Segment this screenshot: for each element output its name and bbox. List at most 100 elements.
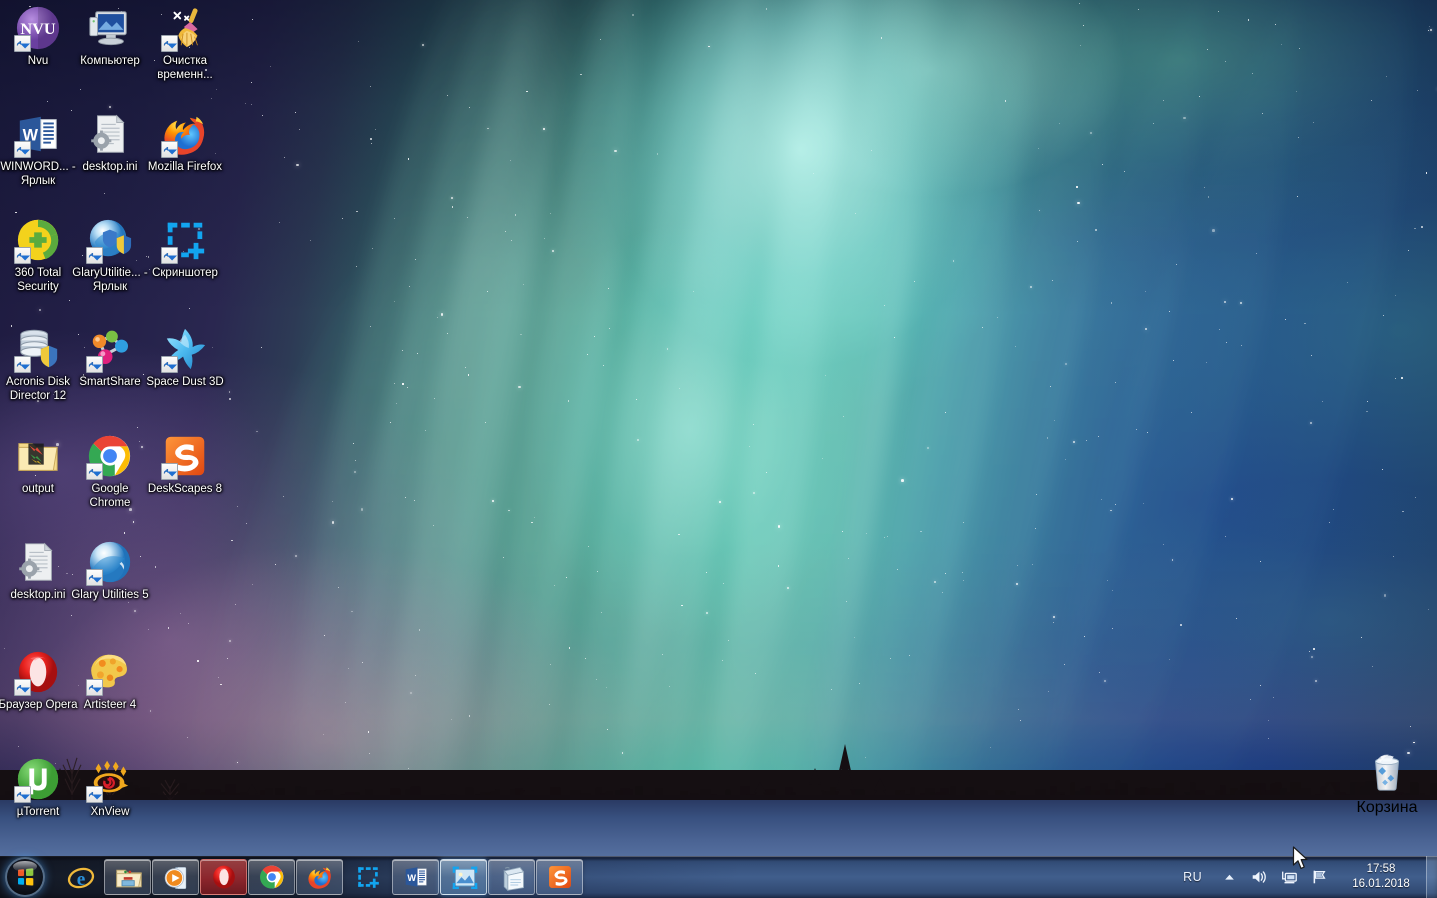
shortcut-arrow-icon (86, 569, 103, 586)
glary-utilities-shield-icon (86, 216, 134, 264)
desktop-icon-computer[interactable]: Компьютер (72, 4, 148, 69)
shortcut-arrow-icon (161, 35, 178, 52)
desktop-icon-label: Очистка временн... (157, 55, 213, 81)
desktop-icon-label: Artisteer 4 (83, 699, 137, 711)
clock-date: 16.01.2018 (1352, 878, 1410, 890)
desktop-icon-ini-file[interactable]: desktop.ini (0, 538, 76, 603)
desktop-icon-glary-utilities[interactable]: Glary Utilities 5 (71, 538, 149, 603)
desktop-icon-xnview[interactable]: XnView (72, 755, 148, 820)
speaker-icon[interactable] (1248, 866, 1270, 888)
taskbar-deskscapes[interactable] (536, 859, 583, 895)
shortcut-arrow-icon (14, 786, 31, 803)
clock[interactable]: 17:58 16.01.2018 (1340, 862, 1422, 892)
screenshot-crop-icon (355, 864, 381, 890)
desktop-icon-label: output (22, 483, 54, 495)
windows-logo-icon (7, 859, 43, 895)
opera-icon (211, 864, 237, 890)
taskbar-notepad[interactable] (488, 859, 535, 895)
shortcut-arrow-icon (161, 356, 178, 373)
system-tray: RU 17:58 16.01.2018 (1183, 856, 1437, 898)
desktop-icon-label: GlaryUtilitie... - Ярлык (72, 267, 148, 293)
desktop-icon-security-360[interactable]: 360 Total Security (0, 216, 76, 294)
show-hidden-icons-arrow[interactable] (1218, 866, 1240, 888)
taskbar-firefox[interactable] (296, 859, 343, 895)
desktop-icon-utorrent[interactable]: µTorrent (0, 755, 76, 820)
image-viewer-icon (451, 864, 477, 890)
desktop-icon-broom-cleanup[interactable]: Очистка временн... (147, 4, 223, 82)
artisteer-palette-icon (86, 648, 134, 696)
word-icon: W (14, 110, 62, 158)
desktop-icon-artisteer-palette[interactable]: Artisteer 4 (72, 648, 148, 713)
show-desktop-button[interactable] (1426, 856, 1437, 898)
desktop-icon-firefox[interactable]: Mozilla Firefox (147, 110, 223, 175)
shortcut-arrow-icon (14, 356, 31, 373)
desktop-icon-label: WINWORD... - Ярлык (0, 161, 76, 187)
file-explorer-icon (115, 864, 142, 890)
taskbar-internet-explorer[interactable]: e (56, 859, 103, 895)
desktop-icon-label: SmartShare (79, 376, 141, 388)
taskbar[interactable]: e W RU 17:58 16.01.2018 (0, 856, 1437, 898)
desktop-icon-label: µTorrent (16, 806, 60, 818)
desktop-icon-nvu[interactable]: NVU Nvu (0, 4, 76, 69)
internet-explorer-icon: e (67, 864, 94, 890)
language-indicator[interactable]: RU (1183, 870, 1202, 884)
desktop-icon-chrome[interactable]: Google Chrome (72, 432, 148, 510)
shortcut-arrow-icon (14, 679, 31, 696)
desktop-icon-label: desktop.ini (10, 589, 66, 601)
shortcut-arrow-icon (161, 247, 178, 264)
desktop-icon-space-dust[interactable]: Space Dust 3D (146, 325, 224, 390)
taskbar-file-explorer[interactable] (104, 859, 151, 895)
desktop-icon-label: Nvu (27, 55, 49, 67)
taskbar-screenshoter[interactable] (344, 859, 391, 895)
security-360-icon (14, 216, 62, 264)
opera-icon (14, 648, 62, 696)
desktop-icon-label: Mozilla Firefox (147, 161, 223, 173)
desktop-icon-ini-file[interactable]: desktop.ini (72, 110, 148, 175)
chrome-icon (86, 432, 134, 480)
desktop-icon-label: Acronis Disk Director 12 (6, 376, 70, 402)
firefox-icon (307, 864, 333, 890)
computer-icon (86, 4, 134, 52)
folder-icon (14, 432, 62, 480)
taskbar-word[interactable]: W (392, 859, 439, 895)
clock-time: 17:58 (1366, 863, 1396, 875)
desktop-icon-label: 360 Total Security (14, 267, 62, 293)
xnview-icon (86, 755, 134, 803)
desktop-icon-glary-utilities-shield[interactable]: GlaryUtilitie... - Ярлык (72, 216, 148, 294)
ini-file-icon (14, 538, 62, 586)
desktop-icon-screenshot-crop[interactable]: Скриншотер (147, 216, 223, 281)
desktop-icon-deskscapes[interactable]: DeskScapes 8 (147, 432, 223, 497)
desktop-icon-label: Браузер Opera (0, 699, 78, 711)
desktop-icon-opera[interactable]: Браузер Opera (0, 648, 78, 713)
shortcut-arrow-icon (14, 35, 31, 52)
nvu-icon: NVU (14, 4, 62, 52)
ini-file-icon (86, 110, 134, 158)
desktop-icon-word[interactable]: W WINWORD... - Ярлык (0, 110, 76, 188)
desktop-icon-folder[interactable]: output (0, 432, 76, 497)
taskbar-media-player[interactable] (152, 859, 199, 895)
chrome-icon (259, 864, 285, 890)
desktop-icon-recycle-bin[interactable]: Корзина (1347, 748, 1427, 817)
start-button[interactable] (1, 858, 49, 896)
shortcut-arrow-icon (86, 356, 103, 373)
taskbar-image-viewer[interactable] (440, 859, 487, 895)
desktop-icon-label: XnView (90, 806, 130, 818)
shortcut-arrow-icon (86, 786, 103, 803)
desktop-icon-label: Google Chrome (89, 483, 131, 509)
shortcut-arrow-icon (161, 463, 178, 480)
flag-icon[interactable] (1308, 866, 1330, 888)
desktop-icon-acronis-disk[interactable]: Acronis Disk Director 12 (0, 325, 76, 403)
notepad-icon (499, 864, 525, 892)
taskbar-chrome[interactable] (248, 859, 295, 895)
smartshare-molecule-icon (86, 325, 134, 373)
glary-utilities-icon (86, 538, 134, 586)
utorrent-icon (14, 755, 62, 803)
desktop-icon-grid: NVU Nvu Компьютер Очистка временн... W WINWOR… (0, 0, 250, 860)
media-player-icon (163, 864, 189, 890)
desktop-icon-label: Space Dust 3D (146, 376, 224, 388)
taskbar-opera[interactable] (200, 859, 247, 895)
screenshot-crop-icon (161, 216, 209, 264)
shortcut-arrow-icon (86, 679, 103, 696)
desktop-icon-label: desktop.ini (82, 161, 138, 173)
desktop-icon-smartshare-molecule[interactable]: SmartShare (72, 325, 148, 390)
